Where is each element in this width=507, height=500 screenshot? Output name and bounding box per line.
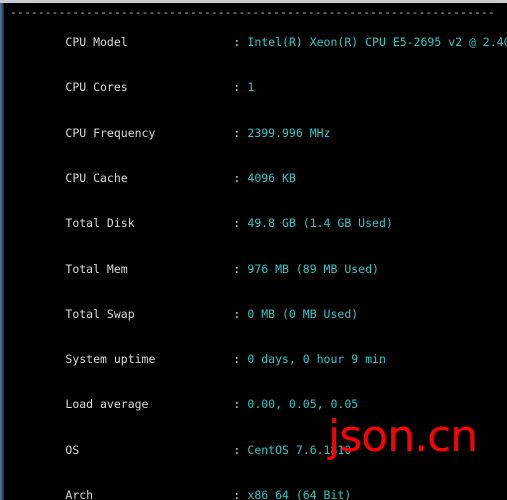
window-top-edge — [0, 0, 507, 3]
info-row: CPU Model: Intel(R) Xeon(R) CPU E5-2695 v… — [10, 20, 507, 65]
info-label: System uptime — [65, 352, 156, 367]
info-row: CPU Cores:1 — [10, 65, 507, 110]
info-value: 976 MB (89 MB Used) — [247, 261, 379, 276]
info-colon: : — [233, 306, 241, 321]
info-value: CentOS 7.6.1810 — [247, 442, 352, 457]
info-colon: : — [233, 35, 241, 50]
info-value: 0.00, 0.05, 0.05 — [247, 397, 359, 412]
info-row: Total Mem:976 MB (89 MB Used) — [10, 247, 507, 292]
info-label: CPU Model — [65, 35, 128, 50]
info-label: Arch — [65, 488, 94, 500]
info-value: 1 — [247, 80, 255, 95]
info-value: 49.8 GB (1.4 GB Used) — [247, 216, 393, 231]
info-colon: : — [233, 488, 241, 500]
info-label: Total Mem — [65, 261, 128, 276]
info-label: CPU Cache — [65, 171, 128, 186]
terminal-window[interactable]: ----------------------------------------… — [0, 0, 507, 500]
info-colon: : — [233, 397, 241, 412]
info-colon: : — [233, 125, 241, 140]
info-row: System uptime:0 days, 0 hour 9 min — [10, 337, 507, 382]
info-value: x86_64 (64 Bit) — [247, 488, 352, 500]
info-value: 0 days, 0 hour 9 min — [247, 352, 386, 367]
window-left-scrollbar[interactable] — [0, 0, 4, 500]
info-value: 2399.996 MHz — [247, 125, 331, 140]
info-row: CPU Frequency:2399.996 MHz — [10, 111, 507, 156]
terminal-screen[interactable]: ----------------------------------------… — [4, 3, 507, 500]
info-colon: : — [233, 261, 241, 276]
info-value: Intel(R) Xeon(R) CPU E5-2695 v2 @ 2.40GH… — [247, 35, 507, 50]
system-info-block: CPU Model: Intel(R) Xeon(R) CPU E5-2695 v… — [10, 20, 507, 500]
info-row: Load average:0.00, 0.05, 0.05 — [10, 382, 507, 427]
info-label: Total Disk — [65, 216, 135, 231]
info-label: OS — [65, 442, 80, 457]
info-colon: : — [233, 442, 241, 457]
info-colon: : — [233, 171, 241, 186]
info-row: Total Disk:49.8 GB (1.4 GB Used) — [10, 201, 507, 246]
info-label: Load average — [65, 397, 149, 412]
info-row: CPU Cache:4096 KB — [10, 156, 507, 201]
info-label: Total Swap — [65, 306, 135, 321]
info-colon: : — [233, 216, 241, 231]
separator-top: ----------------------------------------… — [10, 5, 495, 19]
info-row: OS: CentOS 7.6.1810 — [10, 428, 507, 473]
info-label: CPU Cores — [65, 80, 128, 95]
info-colon: : — [233, 80, 241, 95]
info-row: Total Swap:0 MB (0 MB Used) — [10, 292, 507, 337]
info-label: CPU Frequency — [65, 125, 156, 140]
info-value: 0 MB (0 MB Used) — [247, 306, 359, 321]
info-colon: : — [233, 352, 241, 367]
info-row: Arch: x86_64 (64 Bit) — [10, 473, 507, 500]
info-value: 4096 KB — [247, 171, 296, 186]
